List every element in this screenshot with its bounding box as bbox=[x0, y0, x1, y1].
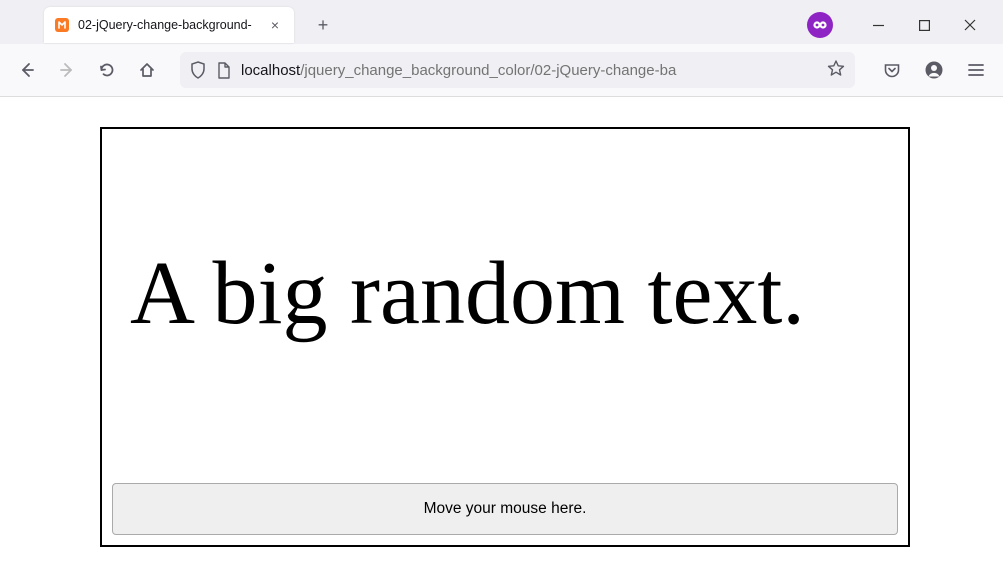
home-button[interactable] bbox=[130, 53, 164, 87]
shield-icon bbox=[190, 61, 206, 79]
close-icon[interactable]: × bbox=[266, 16, 284, 34]
profile-badge-icon[interactable] bbox=[807, 12, 833, 38]
url-host: localhost bbox=[241, 62, 300, 79]
menu-icon[interactable] bbox=[959, 53, 993, 87]
page-viewport: A big random text. Move your mouse here. bbox=[0, 97, 1003, 577]
pocket-icon[interactable] bbox=[875, 53, 909, 87]
url-text: localhost/jquery_change_background_color… bbox=[241, 62, 817, 79]
tab-title: 02-jQuery-change-background- bbox=[78, 18, 258, 32]
bookmark-star-icon[interactable] bbox=[827, 59, 845, 82]
window-controls bbox=[807, 9, 995, 41]
maximize-button[interactable] bbox=[901, 9, 947, 41]
minimize-button[interactable] bbox=[855, 9, 901, 41]
url-bar[interactable]: localhost/jquery_change_background_color… bbox=[180, 52, 855, 88]
hover-target[interactable]: Move your mouse here. bbox=[112, 483, 898, 535]
back-button[interactable] bbox=[10, 53, 44, 87]
account-icon[interactable] bbox=[917, 53, 951, 87]
tab-bar: 02-jQuery-change-background- × + bbox=[0, 0, 1003, 44]
content-box: A big random text. Move your mouse here. bbox=[100, 127, 910, 547]
reload-button[interactable] bbox=[90, 53, 124, 87]
close-window-button[interactable] bbox=[947, 9, 993, 41]
browser-tab[interactable]: 02-jQuery-change-background- × bbox=[44, 7, 294, 43]
toolbar: localhost/jquery_change_background_color… bbox=[0, 44, 1003, 96]
page-icon bbox=[216, 62, 231, 79]
toolbar-right bbox=[871, 53, 993, 87]
favicon-icon bbox=[54, 17, 70, 33]
browser-chrome: 02-jQuery-change-background- × + bbox=[0, 0, 1003, 97]
big-heading: A big random text. bbox=[130, 249, 898, 483]
url-path: /jquery_change_background_color/02-jQuer… bbox=[300, 62, 676, 79]
forward-button[interactable] bbox=[50, 53, 84, 87]
new-tab-button[interactable]: + bbox=[308, 10, 338, 40]
